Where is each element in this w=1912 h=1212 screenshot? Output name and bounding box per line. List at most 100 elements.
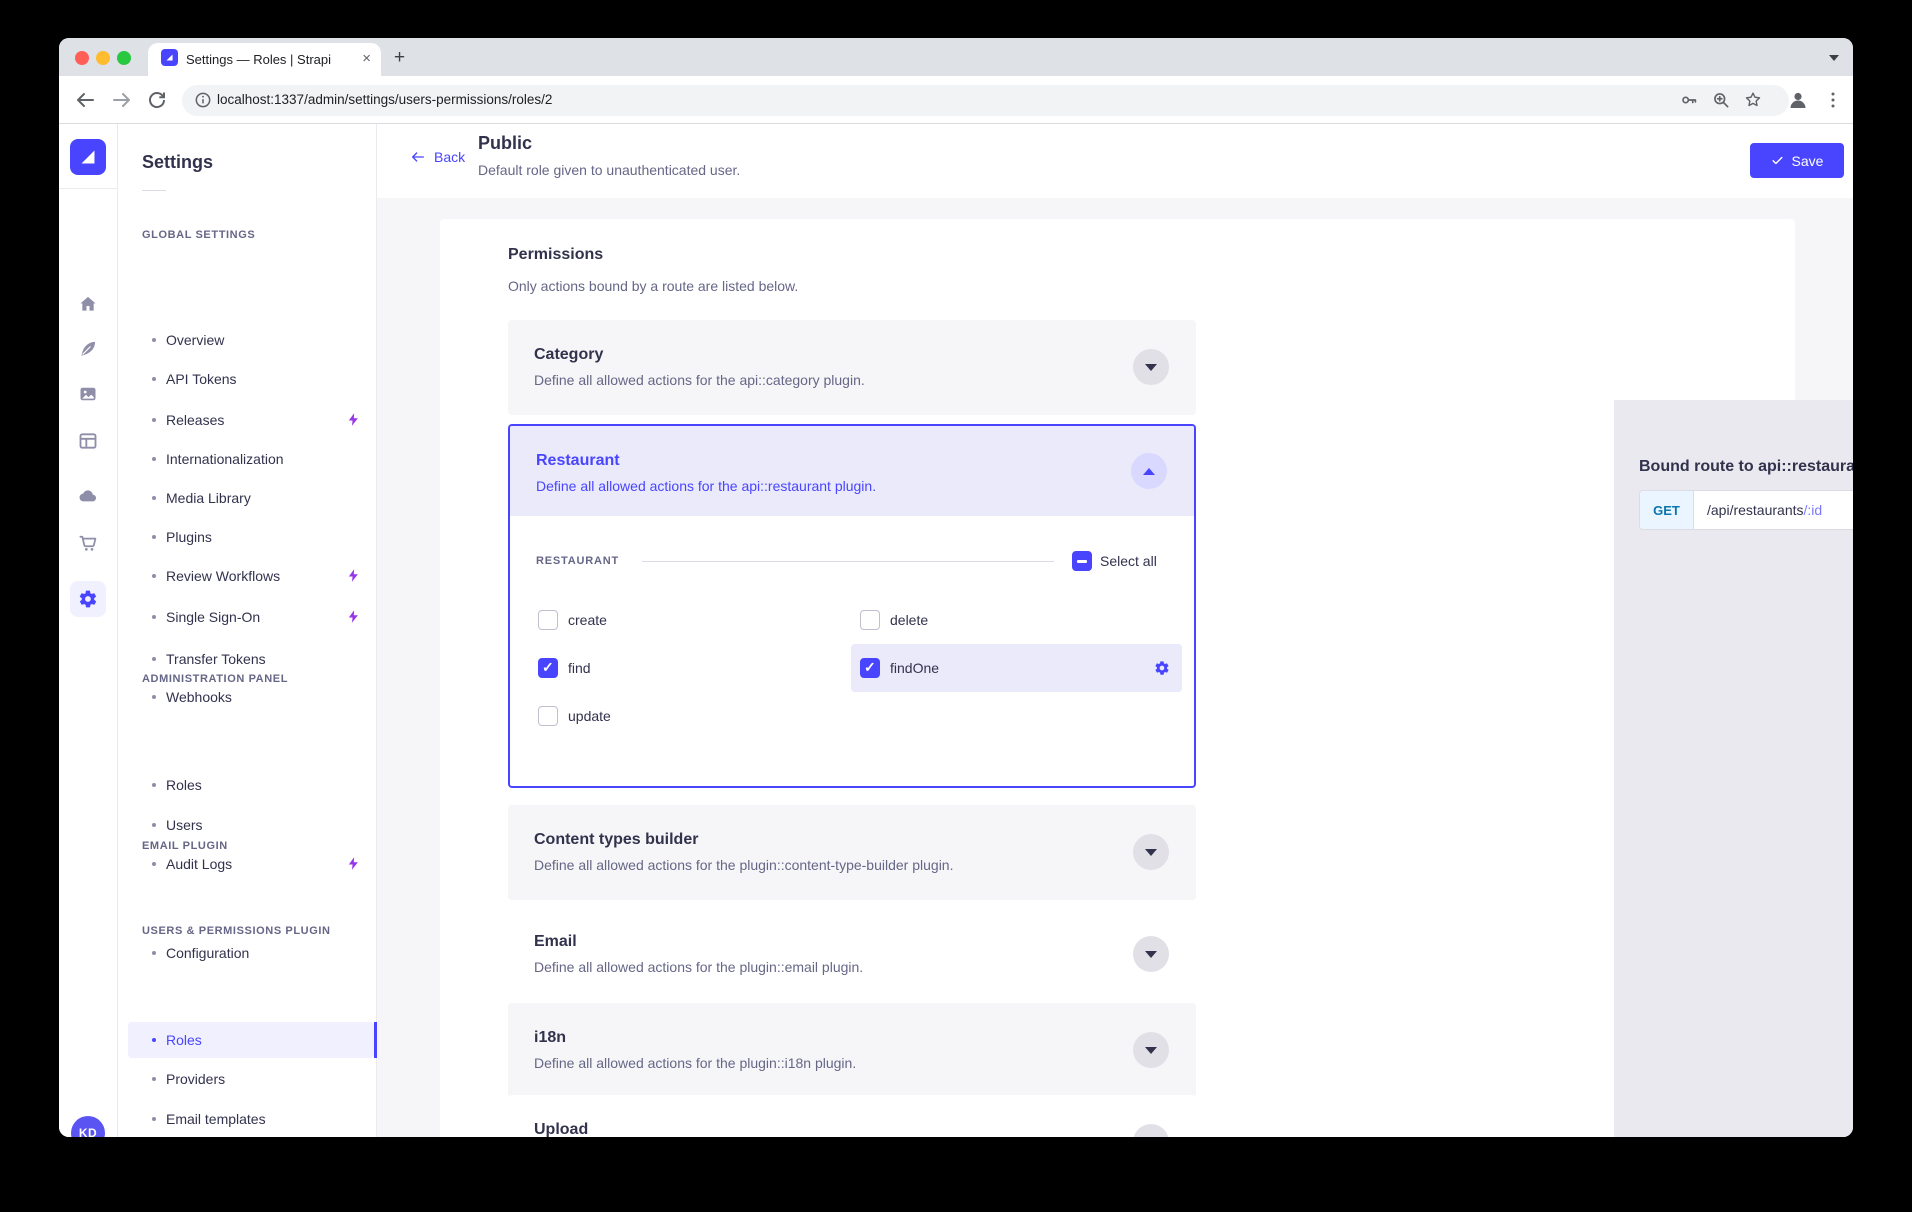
sidebar-item-roles[interactable]: Roles: [128, 767, 374, 803]
zoom-in-icon[interactable]: [1711, 90, 1731, 110]
sidebar-item-transfer-tokens[interactable]: Transfer Tokens: [128, 641, 374, 677]
sidebar-item-review-workflows[interactable]: Review Workflows: [128, 558, 374, 594]
select-all[interactable]: Select all: [1072, 551, 1157, 571]
checkbox-find[interactable]: [538, 658, 558, 678]
sidebar-item-roles[interactable]: Roles: [128, 1022, 374, 1058]
profile-icon[interactable]: [1786, 88, 1810, 112]
accordion-description: Define all allowed actions for the api::…: [534, 372, 865, 388]
chevron-down-icon[interactable]: [1133, 1032, 1169, 1068]
bound-route-heading-main: Bound route to api::restaurant: [1639, 458, 1853, 475]
sidebar-item-label: Webhooks: [166, 689, 232, 705]
accordion-restaurant: RestaurantDefine all allowed actions for…: [508, 424, 1196, 788]
bullet-icon: [152, 823, 156, 827]
sidebar-item-label: Roles: [166, 1032, 202, 1048]
rail-marketplace-cart-icon[interactable]: [70, 525, 106, 561]
permission-find[interactable]: find: [538, 658, 591, 678]
screenshot-stage: Settings — Roles | Strapi × + localhost:…: [0, 0, 1912, 1212]
select-all-checkbox[interactable]: [1072, 551, 1092, 571]
sidebar-item-label: Internationalization: [166, 451, 284, 467]
sidebar-item-configuration[interactable]: Configuration: [128, 935, 374, 971]
rail-media-library-icon[interactable]: [70, 376, 106, 412]
checkbox-findOne[interactable]: [860, 658, 880, 678]
page-header: Back Public Default role given to unauth…: [377, 124, 1853, 198]
bolt-icon: [346, 856, 362, 872]
new-tab-button[interactable]: +: [394, 47, 405, 69]
bullet-icon: [152, 574, 156, 578]
tab-close-icon[interactable]: ×: [362, 50, 371, 67]
checkbox-create[interactable]: [538, 610, 558, 630]
browser-tab-bar: Settings — Roles | Strapi × +: [59, 38, 1853, 76]
url-bar[interactable]: localhost:1337/admin/settings/users-perm…: [182, 85, 1789, 116]
sidebar-item-internationalization[interactable]: Internationalization: [128, 441, 374, 477]
chevron-down-icon[interactable]: [1133, 1124, 1169, 1137]
route-path-main: /api/restaurants: [1707, 502, 1804, 518]
check-icon: [1771, 154, 1784, 167]
sidebar-item-overview[interactable]: Overview: [128, 322, 374, 358]
checkbox-delete[interactable]: [860, 610, 880, 630]
rail-home-icon[interactable]: [70, 286, 106, 322]
permission-label: find: [568, 660, 591, 676]
permission-label: update: [568, 708, 611, 724]
page-title: Public: [478, 133, 532, 154]
permission-update[interactable]: update: [538, 706, 611, 726]
window-minimize-button[interactable]: [96, 51, 110, 65]
bullet-icon: [152, 377, 156, 381]
accordion-description: Define all allowed actions for the plugi…: [534, 1055, 856, 1071]
sidebar-item-label: Configuration: [166, 945, 249, 961]
sidebar-item-plugins[interactable]: Plugins: [128, 519, 374, 555]
accordion-header[interactable]: RestaurantDefine all allowed actions for…: [510, 426, 1194, 516]
bullet-icon: [152, 496, 156, 500]
chevron-down-icon[interactable]: [1133, 936, 1169, 972]
strapi-favicon: [161, 49, 178, 66]
chevron-down-icon[interactable]: [1133, 349, 1169, 385]
sidebar-item-users[interactable]: Users: [128, 807, 374, 843]
sidebar-item-media-library[interactable]: Media Library: [128, 480, 374, 516]
permission-findOne[interactable]: findOne: [860, 658, 939, 678]
forward-icon[interactable]: [110, 88, 134, 112]
accordion-description: Define all allowed actions for the plugi…: [534, 857, 953, 873]
bolt-icon: [346, 568, 362, 584]
star-icon[interactable]: [1743, 90, 1763, 110]
window-zoom-button[interactable]: [117, 51, 131, 65]
permission-delete[interactable]: delete: [860, 610, 928, 630]
reload-icon[interactable]: [145, 88, 169, 112]
rail-content-type-builder-icon[interactable]: [70, 423, 106, 459]
tab-search-chevron-icon[interactable]: [1829, 55, 1839, 61]
bullet-icon: [152, 1077, 156, 1081]
sidebar-item-releases[interactable]: Releases: [128, 402, 374, 438]
menu-icon[interactable]: [1821, 88, 1845, 112]
rail-content-feather-icon[interactable]: [70, 331, 106, 367]
back-icon[interactable]: [73, 88, 97, 112]
sidebar-item-label: Single Sign-On: [166, 609, 260, 625]
accordion-title: Upload: [534, 1121, 588, 1137]
route-path: /api/restaurants/:id: [1694, 491, 1822, 529]
strapi-logo[interactable]: [70, 139, 106, 175]
bullet-icon: [152, 862, 156, 866]
info-icon[interactable]: [193, 90, 213, 110]
checkbox-update[interactable]: [538, 706, 558, 726]
sidebar-item-api-tokens[interactable]: API Tokens: [128, 361, 374, 397]
permission-create[interactable]: create: [538, 610, 607, 630]
avatar[interactable]: KD: [71, 1116, 105, 1137]
window-close-button[interactable]: [75, 51, 89, 65]
key-icon[interactable]: [1679, 90, 1699, 110]
accordion-email: EmailDefine all allowed actions for the …: [508, 907, 1196, 1002]
sidebar-item-label: Providers: [166, 1071, 225, 1087]
sidebar-item-single-sign-on[interactable]: Single Sign-On: [128, 599, 374, 635]
settings-gear-icon[interactable]: [1154, 660, 1170, 676]
chevron-down-icon[interactable]: [1133, 834, 1169, 870]
browser-tab[interactable]: Settings — Roles | Strapi ×: [148, 43, 381, 76]
rail-settings-gear-icon[interactable]: [70, 581, 106, 617]
bullet-icon: [152, 951, 156, 955]
home-icon: [78, 294, 98, 314]
sidebar-item-providers[interactable]: Providers: [128, 1061, 374, 1097]
back-link[interactable]: Back: [410, 149, 465, 165]
save-label: Save: [1792, 153, 1824, 169]
rail-deploy-cloud-icon[interactable]: [70, 478, 106, 514]
chevron-up-icon[interactable]: [1131, 453, 1167, 489]
bullet-icon: [152, 418, 156, 422]
save-button[interactable]: Save: [1750, 143, 1844, 178]
bullet-icon: [152, 457, 156, 461]
accordion-description: Define all allowed actions for the api::…: [536, 478, 876, 494]
sidebar-item-email-templates[interactable]: Email templates: [128, 1101, 374, 1137]
